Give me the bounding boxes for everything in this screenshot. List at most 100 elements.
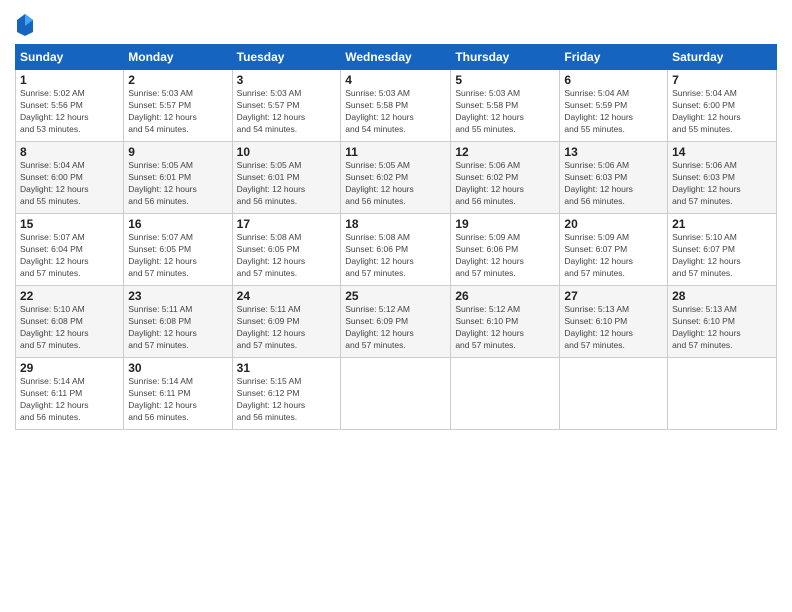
- day-info: Sunrise: 5:12 AM Sunset: 6:09 PM Dayligh…: [345, 304, 446, 352]
- calendar-cell: [341, 358, 451, 430]
- header: [15, 10, 777, 36]
- day-number: 22: [20, 289, 119, 303]
- day-info: Sunrise: 5:03 AM Sunset: 5:57 PM Dayligh…: [128, 88, 227, 136]
- day-number: 2: [128, 73, 227, 87]
- day-info: Sunrise: 5:08 AM Sunset: 6:05 PM Dayligh…: [237, 232, 337, 280]
- day-info: Sunrise: 5:14 AM Sunset: 6:11 PM Dayligh…: [20, 376, 119, 424]
- calendar-cell: 16Sunrise: 5:07 AM Sunset: 6:05 PM Dayli…: [124, 214, 232, 286]
- day-info: Sunrise: 5:14 AM Sunset: 6:11 PM Dayligh…: [128, 376, 227, 424]
- day-number: 27: [564, 289, 663, 303]
- day-info: Sunrise: 5:13 AM Sunset: 6:10 PM Dayligh…: [564, 304, 663, 352]
- calendar-cell: 10Sunrise: 5:05 AM Sunset: 6:01 PM Dayli…: [232, 142, 341, 214]
- logo-icon: [15, 12, 35, 36]
- day-info: Sunrise: 5:09 AM Sunset: 6:06 PM Dayligh…: [455, 232, 555, 280]
- day-info: Sunrise: 5:03 AM Sunset: 5:57 PM Dayligh…: [237, 88, 337, 136]
- day-number: 4: [345, 73, 446, 87]
- calendar-cell: 17Sunrise: 5:08 AM Sunset: 6:05 PM Dayli…: [232, 214, 341, 286]
- calendar-cell: 7Sunrise: 5:04 AM Sunset: 6:00 PM Daylig…: [668, 70, 777, 142]
- day-number: 9: [128, 145, 227, 159]
- calendar-header-tuesday: Tuesday: [232, 45, 341, 70]
- day-info: Sunrise: 5:05 AM Sunset: 6:02 PM Dayligh…: [345, 160, 446, 208]
- calendar-week-4: 22Sunrise: 5:10 AM Sunset: 6:08 PM Dayli…: [16, 286, 777, 358]
- day-info: Sunrise: 5:04 AM Sunset: 5:59 PM Dayligh…: [564, 88, 663, 136]
- day-info: Sunrise: 5:02 AM Sunset: 5:56 PM Dayligh…: [20, 88, 119, 136]
- day-info: Sunrise: 5:05 AM Sunset: 6:01 PM Dayligh…: [128, 160, 227, 208]
- calendar-header-saturday: Saturday: [668, 45, 777, 70]
- calendar-cell: 18Sunrise: 5:08 AM Sunset: 6:06 PM Dayli…: [341, 214, 451, 286]
- calendar-cell: 22Sunrise: 5:10 AM Sunset: 6:08 PM Dayli…: [16, 286, 124, 358]
- day-number: 12: [455, 145, 555, 159]
- calendar-cell: 8Sunrise: 5:04 AM Sunset: 6:00 PM Daylig…: [16, 142, 124, 214]
- day-number: 17: [237, 217, 337, 231]
- day-info: Sunrise: 5:09 AM Sunset: 6:07 PM Dayligh…: [564, 232, 663, 280]
- day-number: 18: [345, 217, 446, 231]
- calendar-cell: 9Sunrise: 5:05 AM Sunset: 6:01 PM Daylig…: [124, 142, 232, 214]
- calendar-cell: 25Sunrise: 5:12 AM Sunset: 6:09 PM Dayli…: [341, 286, 451, 358]
- calendar-header-thursday: Thursday: [451, 45, 560, 70]
- calendar-cell: 15Sunrise: 5:07 AM Sunset: 6:04 PM Dayli…: [16, 214, 124, 286]
- day-number: 26: [455, 289, 555, 303]
- day-info: Sunrise: 5:12 AM Sunset: 6:10 PM Dayligh…: [455, 304, 555, 352]
- day-number: 28: [672, 289, 772, 303]
- day-info: Sunrise: 5:04 AM Sunset: 6:00 PM Dayligh…: [672, 88, 772, 136]
- day-number: 16: [128, 217, 227, 231]
- day-number: 21: [672, 217, 772, 231]
- calendar-header-monday: Monday: [124, 45, 232, 70]
- day-info: Sunrise: 5:10 AM Sunset: 6:08 PM Dayligh…: [20, 304, 119, 352]
- day-number: 31: [237, 361, 337, 375]
- day-info: Sunrise: 5:11 AM Sunset: 6:08 PM Dayligh…: [128, 304, 227, 352]
- calendar-cell: [560, 358, 668, 430]
- calendar-header-row: SundayMondayTuesdayWednesdayThursdayFrid…: [16, 45, 777, 70]
- calendar-header-wednesday: Wednesday: [341, 45, 451, 70]
- calendar-cell: 13Sunrise: 5:06 AM Sunset: 6:03 PM Dayli…: [560, 142, 668, 214]
- day-info: Sunrise: 5:07 AM Sunset: 6:04 PM Dayligh…: [20, 232, 119, 280]
- day-number: 29: [20, 361, 119, 375]
- calendar-cell: 6Sunrise: 5:04 AM Sunset: 5:59 PM Daylig…: [560, 70, 668, 142]
- day-info: Sunrise: 5:10 AM Sunset: 6:07 PM Dayligh…: [672, 232, 772, 280]
- day-number: 30: [128, 361, 227, 375]
- calendar-cell: 4Sunrise: 5:03 AM Sunset: 5:58 PM Daylig…: [341, 70, 451, 142]
- calendar-cell: 19Sunrise: 5:09 AM Sunset: 6:06 PM Dayli…: [451, 214, 560, 286]
- day-info: Sunrise: 5:06 AM Sunset: 6:02 PM Dayligh…: [455, 160, 555, 208]
- calendar-week-2: 8Sunrise: 5:04 AM Sunset: 6:00 PM Daylig…: [16, 142, 777, 214]
- calendar-cell: 27Sunrise: 5:13 AM Sunset: 6:10 PM Dayli…: [560, 286, 668, 358]
- day-info: Sunrise: 5:08 AM Sunset: 6:06 PM Dayligh…: [345, 232, 446, 280]
- logo: [15, 10, 37, 36]
- day-number: 13: [564, 145, 663, 159]
- day-info: Sunrise: 5:04 AM Sunset: 6:00 PM Dayligh…: [20, 160, 119, 208]
- day-number: 25: [345, 289, 446, 303]
- calendar-cell: [451, 358, 560, 430]
- calendar-cell: 12Sunrise: 5:06 AM Sunset: 6:02 PM Dayli…: [451, 142, 560, 214]
- calendar-cell: 26Sunrise: 5:12 AM Sunset: 6:10 PM Dayli…: [451, 286, 560, 358]
- day-number: 14: [672, 145, 772, 159]
- calendar-week-5: 29Sunrise: 5:14 AM Sunset: 6:11 PM Dayli…: [16, 358, 777, 430]
- day-info: Sunrise: 5:13 AM Sunset: 6:10 PM Dayligh…: [672, 304, 772, 352]
- calendar-header-sunday: Sunday: [16, 45, 124, 70]
- day-number: 19: [455, 217, 555, 231]
- day-info: Sunrise: 5:15 AM Sunset: 6:12 PM Dayligh…: [237, 376, 337, 424]
- calendar-week-1: 1Sunrise: 5:02 AM Sunset: 5:56 PM Daylig…: [16, 70, 777, 142]
- day-number: 20: [564, 217, 663, 231]
- page: SundayMondayTuesdayWednesdayThursdayFrid…: [0, 0, 792, 612]
- day-number: 23: [128, 289, 227, 303]
- day-number: 7: [672, 73, 772, 87]
- day-info: Sunrise: 5:11 AM Sunset: 6:09 PM Dayligh…: [237, 304, 337, 352]
- calendar-cell: 11Sunrise: 5:05 AM Sunset: 6:02 PM Dayli…: [341, 142, 451, 214]
- day-number: 11: [345, 145, 446, 159]
- day-number: 1: [20, 73, 119, 87]
- calendar-cell: 21Sunrise: 5:10 AM Sunset: 6:07 PM Dayli…: [668, 214, 777, 286]
- day-number: 6: [564, 73, 663, 87]
- day-number: 24: [237, 289, 337, 303]
- calendar: SundayMondayTuesdayWednesdayThursdayFrid…: [15, 44, 777, 430]
- day-info: Sunrise: 5:03 AM Sunset: 5:58 PM Dayligh…: [455, 88, 555, 136]
- calendar-cell: 23Sunrise: 5:11 AM Sunset: 6:08 PM Dayli…: [124, 286, 232, 358]
- day-number: 8: [20, 145, 119, 159]
- calendar-cell: 1Sunrise: 5:02 AM Sunset: 5:56 PM Daylig…: [16, 70, 124, 142]
- calendar-cell: 29Sunrise: 5:14 AM Sunset: 6:11 PM Dayli…: [16, 358, 124, 430]
- calendar-cell: 24Sunrise: 5:11 AM Sunset: 6:09 PM Dayli…: [232, 286, 341, 358]
- day-info: Sunrise: 5:03 AM Sunset: 5:58 PM Dayligh…: [345, 88, 446, 136]
- calendar-cell: 31Sunrise: 5:15 AM Sunset: 6:12 PM Dayli…: [232, 358, 341, 430]
- day-number: 10: [237, 145, 337, 159]
- calendar-cell: [668, 358, 777, 430]
- calendar-cell: 14Sunrise: 5:06 AM Sunset: 6:03 PM Dayli…: [668, 142, 777, 214]
